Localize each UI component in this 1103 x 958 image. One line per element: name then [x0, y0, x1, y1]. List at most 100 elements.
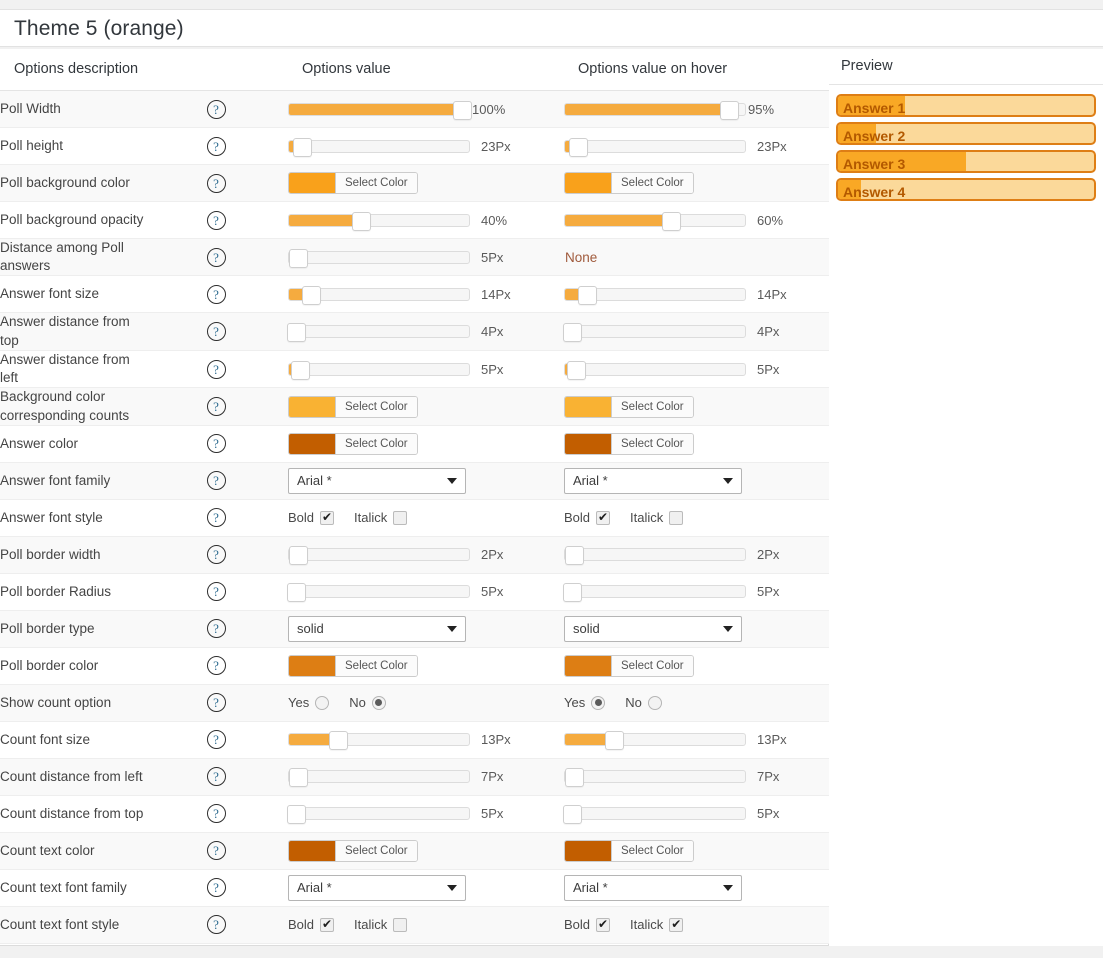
help-icon[interactable]: ? [206, 767, 226, 787]
color-picker-value[interactable]: Select Color [288, 839, 418, 862]
slider-knob[interactable] [565, 768, 584, 788]
no-radio-hover[interactable] [647, 695, 662, 710]
slider-knob[interactable] [565, 546, 584, 566]
help-icon[interactable]: ? [206, 804, 226, 824]
help-icon[interactable]: ? [206, 582, 226, 602]
help-icon[interactable]: ? [206, 247, 226, 267]
slider-hover[interactable] [564, 360, 746, 380]
color-picker-hover[interactable]: Select Color [564, 654, 694, 677]
help-icon[interactable]: ? [206, 434, 226, 454]
slider-knob[interactable] [328, 731, 348, 751]
help-icon[interactable]: ? [206, 173, 226, 193]
slider-hover[interactable] [564, 100, 746, 120]
slider-hover[interactable] [564, 137, 746, 157]
bold-checkbox-hover[interactable] [596, 917, 611, 932]
color-picker-value[interactable]: Select Color [288, 654, 418, 677]
color-picker-hover[interactable]: Select Color [564, 395, 694, 418]
help-icon[interactable]: ? [206, 210, 226, 230]
slider-knob[interactable] [563, 323, 583, 343]
yes-radio-value[interactable] [315, 695, 330, 710]
slider-value[interactable] [288, 768, 470, 788]
slider-knob[interactable] [604, 731, 624, 751]
help-icon[interactable]: ? [206, 730, 226, 750]
slider-hover[interactable] [563, 323, 746, 343]
italic-checkbox-hover[interactable] [669, 917, 684, 932]
slider-knob[interactable] [662, 211, 682, 231]
preview-answer-bar[interactable]: Answer 2 [836, 122, 1096, 145]
color-picker-hover[interactable]: Select Color [564, 172, 694, 194]
select-hover[interactable]: Arial * [564, 467, 742, 494]
color-picker-value[interactable]: Select Color [288, 395, 418, 418]
slider-hover[interactable] [564, 546, 746, 566]
no-radio-value[interactable] [371, 695, 386, 710]
slider-value[interactable] [287, 583, 470, 603]
color-picker-hover[interactable]: Select Color [564, 432, 694, 455]
slider-hover[interactable] [563, 805, 746, 825]
bold-checkbox-value[interactable] [320, 917, 335, 932]
slider-hover[interactable] [564, 731, 746, 751]
select-value[interactable]: Arial * [288, 874, 466, 901]
help-icon[interactable]: ? [206, 359, 226, 379]
slider-value[interactable] [287, 805, 470, 825]
slider-knob[interactable] [287, 805, 307, 825]
slider-hover[interactable] [564, 768, 746, 788]
select-value[interactable]: solid [288, 615, 466, 642]
slider-knob[interactable] [290, 360, 310, 380]
help-icon[interactable]: ? [206, 322, 226, 342]
slider-hover[interactable] [564, 211, 746, 231]
italic-checkbox-value[interactable] [393, 917, 408, 932]
color-picker-hover[interactable]: Select Color [564, 839, 694, 862]
help-icon[interactable]: ? [206, 693, 226, 713]
slider-knob[interactable] [352, 211, 371, 231]
help-icon[interactable]: ? [206, 99, 226, 119]
help-icon[interactable]: ? [206, 284, 226, 304]
italic-checkbox-value[interactable] [393, 510, 408, 525]
slider-knob[interactable] [568, 137, 588, 157]
slider-value[interactable] [288, 546, 470, 566]
slider-knob[interactable] [289, 248, 308, 268]
slider-knob[interactable] [287, 323, 307, 343]
slider-knob[interactable] [289, 546, 308, 566]
slider-knob[interactable] [719, 100, 739, 120]
help-icon[interactable]: ? [206, 508, 226, 528]
slider-value[interactable] [288, 211, 470, 231]
slider-value[interactable] [288, 731, 470, 751]
help-icon[interactable]: ? [206, 136, 226, 156]
slider-knob[interactable] [287, 583, 307, 603]
slider-value[interactable] [287, 323, 470, 343]
slider-value[interactable] [288, 100, 472, 120]
slider-hover[interactable] [563, 583, 746, 603]
slider-value[interactable] [288, 248, 470, 268]
slider-knob[interactable] [563, 805, 583, 825]
slider-value[interactable] [288, 360, 470, 380]
help-icon[interactable]: ? [206, 878, 226, 898]
select-value[interactable]: Arial * [288, 467, 466, 494]
bold-checkbox-value[interactable] [320, 510, 335, 525]
preview-answer-bar[interactable]: Answer 4 [836, 178, 1096, 201]
slider-knob[interactable] [292, 137, 312, 157]
select-hover[interactable]: Arial * [564, 874, 742, 901]
italic-checkbox-hover[interactable] [669, 510, 684, 525]
help-icon[interactable]: ? [206, 656, 226, 676]
help-icon[interactable]: ? [206, 545, 226, 565]
slider-knob[interactable] [301, 285, 321, 305]
color-picker-value[interactable]: Select Color [288, 172, 418, 194]
select-hover[interactable]: solid [564, 615, 742, 642]
slider-knob[interactable] [566, 360, 586, 380]
preview-answer-bar[interactable]: Answer 3 [836, 150, 1096, 173]
yes-radio-hover[interactable] [591, 695, 606, 710]
slider-knob[interactable] [452, 100, 472, 120]
help-icon[interactable]: ? [206, 471, 226, 491]
slider-knob[interactable] [577, 285, 597, 305]
help-icon[interactable]: ? [206, 619, 226, 639]
help-icon[interactable]: ? [206, 397, 226, 417]
color-picker-value[interactable]: Select Color [288, 432, 418, 455]
slider-value[interactable] [288, 285, 470, 305]
slider-hover[interactable] [564, 285, 746, 305]
preview-answer-bar[interactable]: Answer 1 [836, 94, 1096, 117]
slider-knob[interactable] [289, 768, 308, 788]
bold-checkbox-hover[interactable] [596, 510, 611, 525]
slider-value[interactable] [288, 137, 470, 157]
slider-knob[interactable] [563, 583, 583, 603]
help-icon[interactable]: ? [206, 841, 226, 861]
